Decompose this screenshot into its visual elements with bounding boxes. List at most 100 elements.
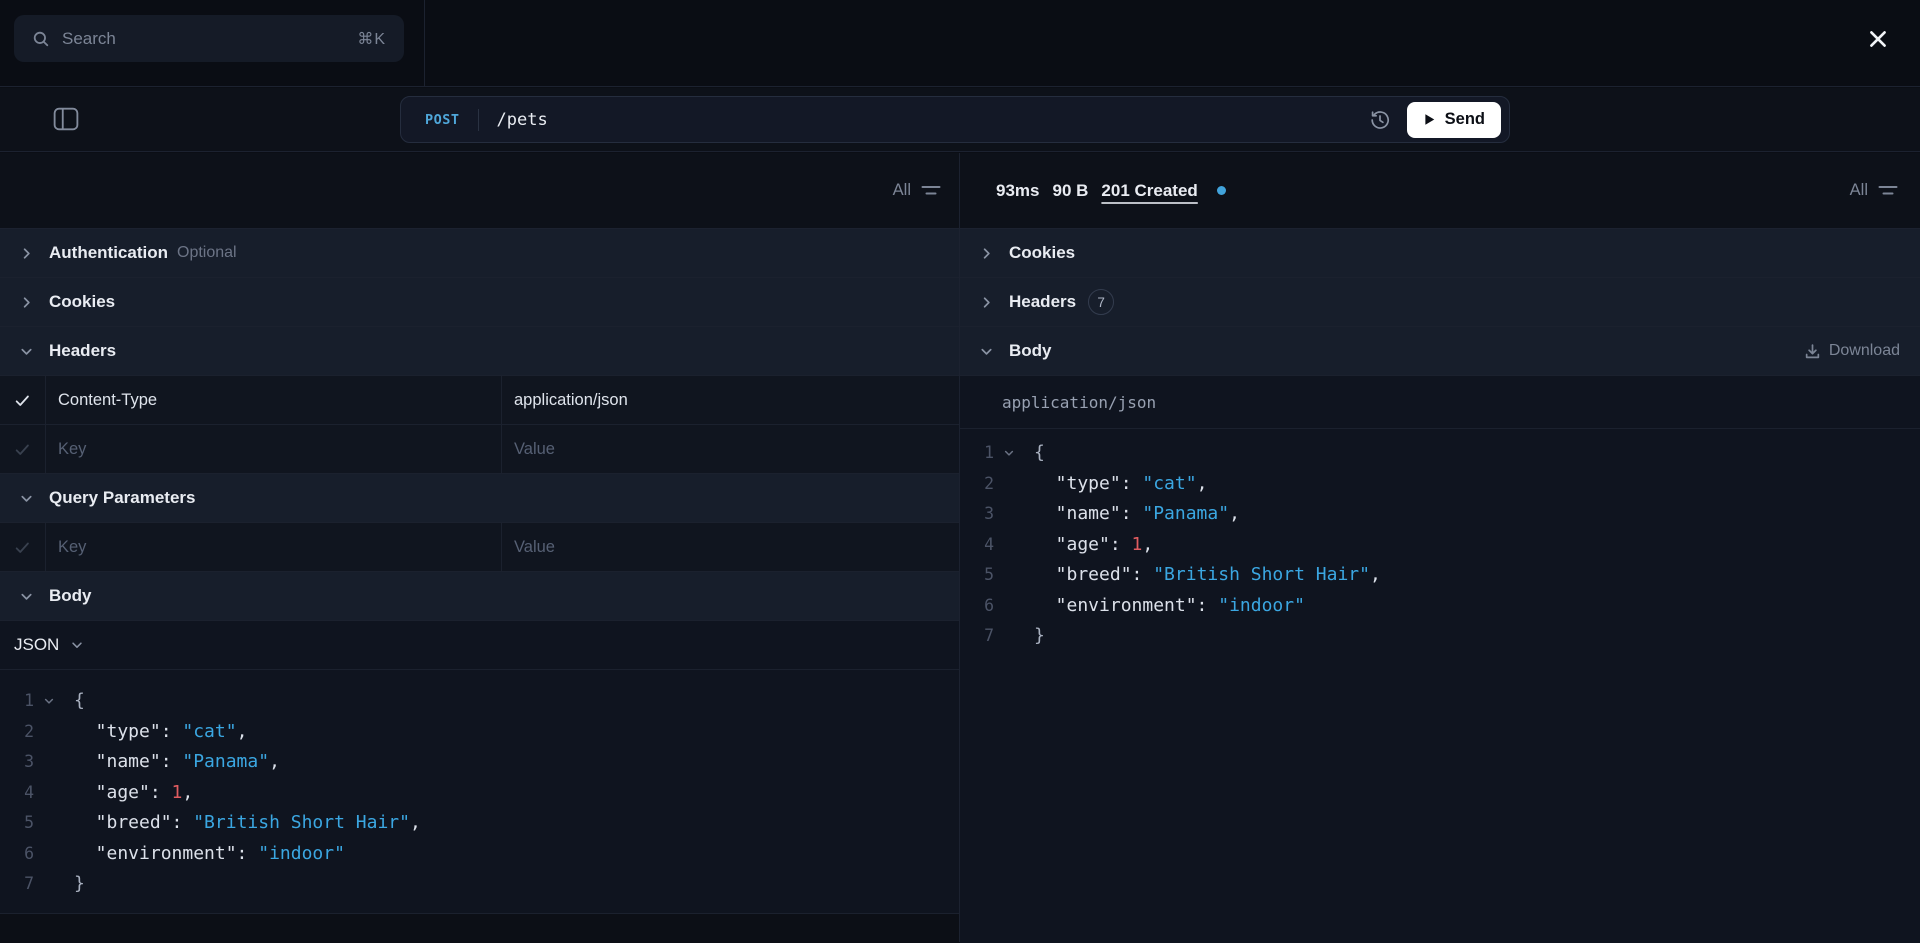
fold-gutter xyxy=(34,717,64,748)
chevron-right-icon xyxy=(18,294,34,310)
code-text: "breed": "British Short Hair", xyxy=(74,812,421,833)
section-headers[interactable]: Headers xyxy=(0,327,959,376)
fold-gutter xyxy=(34,747,64,778)
address-bar-divider xyxy=(477,108,479,131)
chevron-right-icon xyxy=(18,245,34,261)
fold-gutter xyxy=(994,560,1024,591)
request-filter-row: All xyxy=(0,153,959,229)
header-key-input[interactable]: Content-Type xyxy=(46,376,502,424)
download-label: Download xyxy=(1828,342,1900,359)
filter-icon xyxy=(1878,184,1898,197)
header-row-content-type: Content-Type application/json xyxy=(0,376,959,425)
url-input[interactable]: /pets xyxy=(497,110,1367,130)
chevron-down-icon xyxy=(978,343,994,359)
code-line: 6 "environment": "indoor" xyxy=(8,839,959,870)
code-text: { xyxy=(1034,442,1045,463)
check-icon xyxy=(14,441,31,458)
fold-toggle-icon[interactable] xyxy=(994,438,1024,469)
query-key-input[interactable]: Key xyxy=(46,523,502,571)
code-line: 2 "type": "cat", xyxy=(8,717,959,748)
response-panel: 93ms 90 B 201 Created All Cookies Header… xyxy=(960,153,1920,943)
request-filter-button[interactable]: All xyxy=(893,181,941,200)
code-text: "type": "cat", xyxy=(74,720,248,742)
request-panel: All Authentication Optional Cookies Head… xyxy=(0,153,960,942)
search-placeholder: Search xyxy=(62,28,116,48)
code-line: 4 "age": 1, xyxy=(968,530,1920,561)
line-number: 1 xyxy=(984,443,994,462)
fold-gutter xyxy=(34,778,64,809)
code-text: { xyxy=(74,690,85,711)
line-number: 3 xyxy=(24,752,34,771)
section-label: Authentication xyxy=(49,243,168,262)
query-value-input[interactable]: Value xyxy=(502,523,959,571)
line-number: 2 xyxy=(984,473,994,493)
download-icon xyxy=(1804,343,1821,360)
code-line: 5 "breed": "British Short Hair", xyxy=(968,560,1920,591)
send-button[interactable]: Send xyxy=(1406,101,1501,138)
close-button[interactable] xyxy=(1862,23,1894,55)
response-filter-button[interactable]: All xyxy=(1850,181,1898,200)
row-enabled-checkbox[interactable] xyxy=(0,523,46,571)
response-section-headers[interactable]: Headers 7 xyxy=(960,278,1920,327)
response-status[interactable]: 201 Created xyxy=(1101,181,1197,201)
chevron-down-icon xyxy=(18,490,34,506)
header-key-input[interactable]: Key xyxy=(46,425,502,473)
download-button[interactable]: Download xyxy=(1804,342,1900,360)
fold-gutter xyxy=(34,869,64,900)
row-enabled-checkbox[interactable] xyxy=(0,425,46,473)
section-authentication[interactable]: Authentication Optional xyxy=(0,229,959,278)
send-label: Send xyxy=(1444,110,1485,128)
code-text: "name": "Panama", xyxy=(1034,503,1240,524)
line-number: 3 xyxy=(984,504,994,523)
response-section-cookies[interactable]: Cookies xyxy=(960,229,1920,278)
line-number: 5 xyxy=(984,565,994,584)
response-meta-row: 93ms 90 B 201 Created All xyxy=(960,153,1920,229)
request-row: POST /pets Send xyxy=(0,88,1920,152)
line-number: 1 xyxy=(24,691,34,710)
status-dot-icon xyxy=(1216,186,1226,195)
response-body-viewer: 1{2 "type": "cat", 3 "name": "Panama", 4 "… xyxy=(960,429,1920,943)
fold-gutter xyxy=(994,591,1024,622)
section-query-parameters[interactable]: Query Parameters xyxy=(0,474,959,523)
code-text: "breed": "British Short Hair", xyxy=(1034,564,1381,585)
search-input[interactable]: Search ⌘K xyxy=(14,15,404,62)
section-label: Cookies xyxy=(49,292,116,311)
close-icon xyxy=(1867,28,1889,50)
sidebar-toggle-button[interactable] xyxy=(52,106,80,132)
section-label: Headers xyxy=(49,341,117,360)
chevron-down-icon xyxy=(18,343,34,359)
section-cookies[interactable]: Cookies xyxy=(0,278,959,327)
fold-gutter xyxy=(994,469,1024,500)
line-number: 7 xyxy=(24,874,34,893)
fold-gutter xyxy=(994,499,1024,530)
search-shortcut: ⌘K xyxy=(357,30,386,48)
section-label: Cookies xyxy=(1009,243,1076,262)
response-content-type: application/json xyxy=(960,376,1920,429)
section-body[interactable]: Body xyxy=(0,572,959,621)
code-line: 7} xyxy=(968,621,1920,652)
body-format-dropdown[interactable]: JSON xyxy=(0,621,959,670)
address-bar: POST /pets Send xyxy=(400,96,1510,143)
line-number: 7 xyxy=(984,626,994,645)
fold-gutter xyxy=(994,530,1024,561)
method-selector[interactable]: POST xyxy=(425,112,460,128)
header-value-input[interactable]: application/json xyxy=(502,376,959,424)
header-value-input[interactable]: Value xyxy=(502,425,959,473)
section-label: Body xyxy=(1009,341,1052,360)
code-text: "environment": "indoor" xyxy=(74,842,345,864)
history-button[interactable] xyxy=(1367,107,1393,133)
line-number: 6 xyxy=(24,843,34,863)
code-text: "age": 1, xyxy=(74,781,194,803)
response-section-body[interactable]: Body Download xyxy=(960,327,1920,376)
request-body-editor[interactable]: 1{2 "type": "cat", 3 "name": "Panama", 4 "… xyxy=(0,670,959,914)
line-number: 5 xyxy=(24,813,34,832)
check-icon xyxy=(14,539,31,556)
query-param-row-empty: Key Value xyxy=(0,523,959,572)
code-text: "name": "Panama", xyxy=(74,751,280,772)
section-label: Headers xyxy=(1009,292,1077,311)
code-line: 7} xyxy=(8,869,959,900)
code-text: } xyxy=(1034,625,1045,646)
row-enabled-checkbox[interactable] xyxy=(0,376,46,424)
fold-toggle-icon[interactable] xyxy=(34,686,64,717)
section-optional-hint: Optional xyxy=(177,244,237,261)
